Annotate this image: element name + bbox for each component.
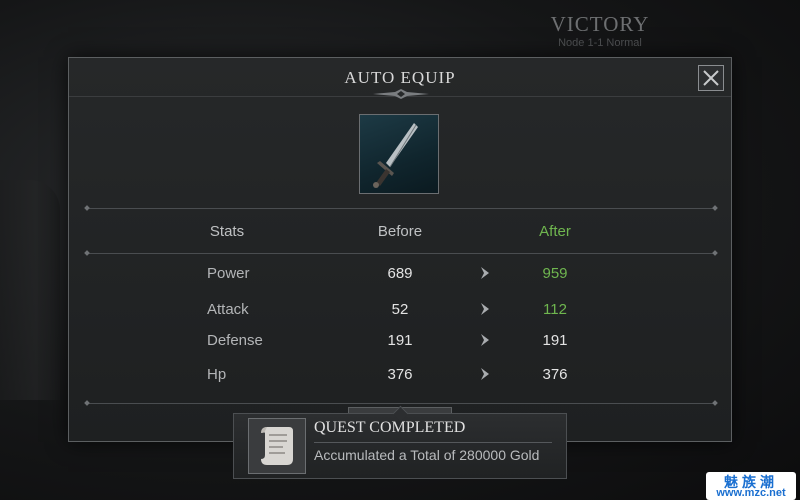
stat-after-value: 959 [542, 265, 568, 282]
victory-title: VICTORY [550, 12, 650, 36]
stats-column-header: Stats [209, 223, 245, 240]
scroll-icon [261, 427, 293, 465]
quest-divider [314, 442, 552, 443]
stat-after-value: 191 [542, 332, 568, 349]
equipment-slot[interactable] [359, 114, 439, 194]
background-silhouette [0, 180, 60, 400]
stat-before-value: 191 [387, 332, 413, 349]
close-icon [703, 70, 719, 86]
dialog-header: AUTO EQUIP [69, 58, 731, 99]
site-watermark: 魅族潮 www.mzc.net [706, 472, 796, 500]
stats-bottom-divider [87, 403, 715, 404]
stat-before-value: 52 [391, 301, 409, 318]
stat-name: Defense [207, 332, 263, 349]
watermark-line2: www.mzc.net [716, 487, 786, 499]
stat-row: Attack 52 112 [69, 301, 731, 325]
stat-after-value: 376 [542, 366, 568, 383]
stat-row: Hp 376 376 [69, 366, 731, 390]
arrow-right-icon [481, 334, 489, 346]
stats-top-divider [87, 208, 715, 209]
after-column-header: After [539, 223, 571, 240]
node-label: Node 1-1 Normal [558, 37, 642, 49]
stat-row: Defense 191 191 [69, 332, 731, 356]
arrow-right-icon [481, 267, 489, 279]
longsword-icon [373, 123, 418, 188]
before-column-header: Before [377, 223, 423, 240]
stat-name: Hp [207, 366, 227, 383]
dialog-title: AUTO EQUIP [344, 68, 456, 87]
stat-before-value: 376 [387, 366, 413, 383]
quest-icon-frame [248, 418, 306, 474]
stat-after-value: 112 [543, 301, 567, 318]
quest-description: Accumulated a Total of 280000 Gold [314, 447, 540, 463]
stat-name: Attack [207, 301, 249, 318]
close-button[interactable] [698, 65, 724, 91]
quest-completed-toast[interactable]: QUEST COMPLETED Accumulated a Total of 2… [233, 405, 567, 479]
quest-title: QUEST COMPLETED [314, 419, 466, 436]
auto-equip-dialog: AUTO EQUIP Stats Before After Power 689 95… [68, 57, 732, 442]
stat-before-value: 689 [387, 265, 413, 282]
title-ornament-icon [373, 89, 429, 99]
arrow-right-icon [481, 368, 489, 380]
stat-name: Power [207, 265, 250, 282]
stats-header-divider [87, 253, 715, 254]
stat-row: Power 689 959 [69, 265, 731, 289]
arrow-right-icon [481, 303, 489, 315]
